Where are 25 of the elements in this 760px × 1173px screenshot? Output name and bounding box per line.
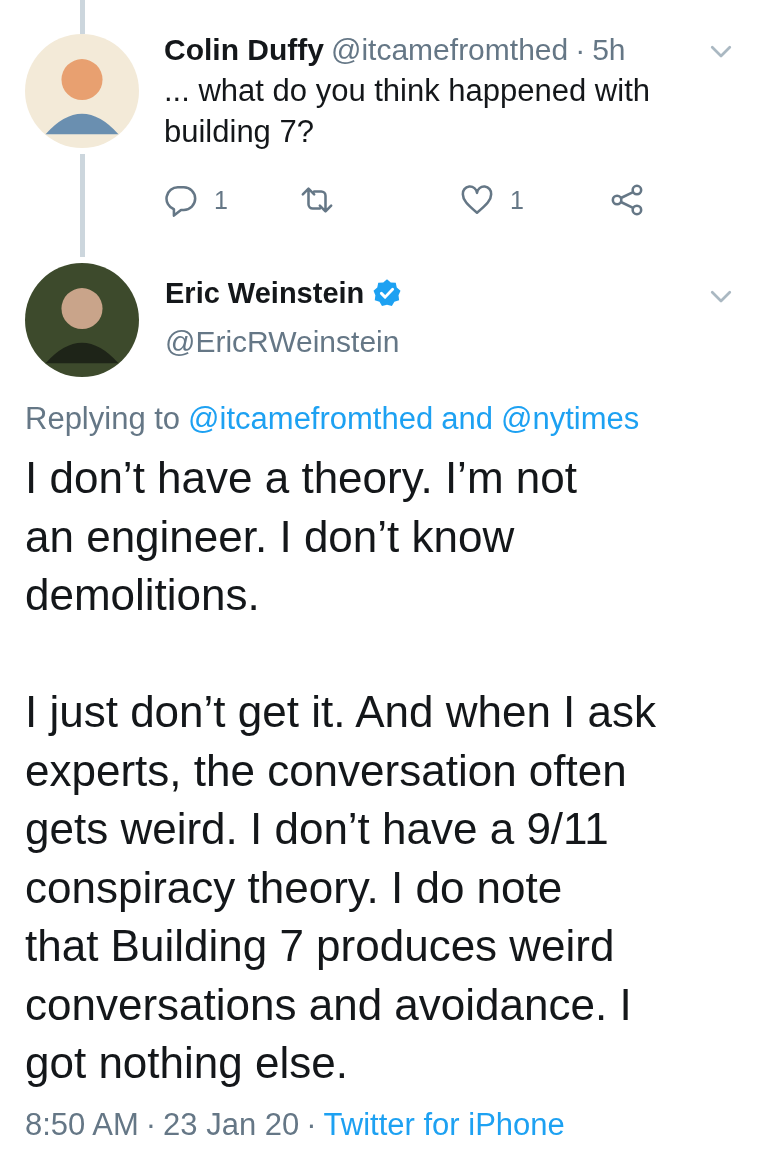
reply-count: 1 (214, 185, 228, 215)
tweet-text: ... what do you think happened with building 7? (164, 72, 651, 151)
replying-label: Replying to (25, 400, 181, 438)
avatar-icon[interactable] (25, 263, 139, 377)
source-link[interactable]: Twitter for iPhone (323, 1106, 565, 1143)
separator-dot: · (306, 1106, 317, 1143)
share-icon (610, 183, 644, 217)
user-name: Colin Duffy (164, 32, 324, 68)
tweet-date: 23 Jan 20 (163, 1106, 300, 1143)
reply-button[interactable]: 1 (164, 180, 300, 220)
user-name: Eric Weinstein (165, 276, 365, 311)
like-button[interactable]: 1 (460, 180, 610, 220)
user-handle: @itcamefromthed (331, 32, 569, 68)
like-count: 1 (510, 185, 524, 215)
mention-link[interactable]: @itcamefromthed (188, 399, 434, 439)
tweet-text: I don’t have a theory. I’m not an engineer. I don’t know demolitions. I just don’t get it. And when I ask experts, the conversation often gets weird. I don’t have a 9/11 conspiracy theory. I do note that Building 7 produces weird conversations and avoidance. I got nothing else. (25, 452, 658, 1089)
separator-dot: · (145, 1106, 157, 1143)
mention-link[interactable]: @nytimes (500, 399, 640, 439)
timestamp: 8:50 AM (25, 1106, 139, 1143)
separator-dot: · (575, 32, 586, 68)
reply-icon (164, 183, 198, 217)
user-handle: @EricRWeinstein (165, 325, 401, 359)
timestamp: 5h (592, 32, 626, 68)
conjunction-text: and (441, 400, 493, 438)
heart-icon (460, 183, 494, 217)
